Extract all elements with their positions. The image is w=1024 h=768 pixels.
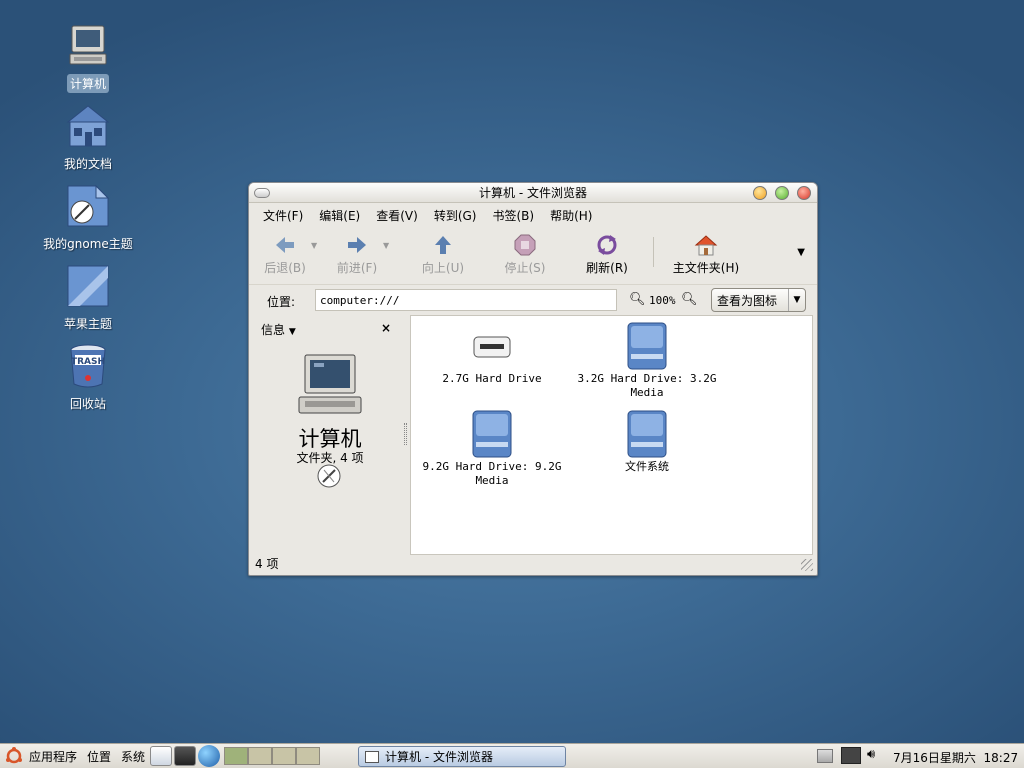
menu-bookmarks[interactable]: 书签(B): [484, 207, 542, 224]
toolbar-overflow-button[interactable]: ▼: [797, 247, 805, 258]
close-side-pane-icon[interactable]: ×: [381, 321, 391, 335]
stop-icon: [513, 233, 537, 257]
desktop-icon-label: 回收站: [69, 397, 106, 411]
terminal-launcher-icon[interactable]: [174, 746, 197, 766]
file-item[interactable]: 3.2G Hard Drive: 3.2G Media: [577, 322, 717, 400]
location-input[interactable]: computer:///: [315, 289, 617, 311]
home-button[interactable]: 主文件夹(H): [664, 233, 748, 276]
up-arrow-icon: [431, 233, 455, 257]
svg-text:TRASH: TRASH: [71, 357, 105, 367]
hard-drive-icon: [470, 410, 514, 458]
taskbar-window-button[interactable]: 计算机 - 文件浏览器: [358, 746, 566, 767]
minimize-button[interactable]: [753, 186, 767, 200]
desktop-icon-label: 我的gnome主题: [43, 237, 133, 251]
zoom-in-icon[interactable]: 🔍︎: [681, 292, 698, 307]
desktop-icon-label: 苹果主题: [63, 317, 112, 331]
gnome-theme-icon: [64, 182, 112, 230]
workspace-3[interactable]: [272, 747, 297, 765]
forward-arrow-icon: [345, 233, 369, 257]
computer-large-icon: [295, 353, 365, 419]
desktop-icon-computer[interactable]: 计算机: [38, 22, 138, 93]
workspace-4[interactable]: [296, 747, 321, 765]
filesystem-icon: [625, 410, 669, 458]
menu-file[interactable]: 文件(F): [255, 207, 311, 224]
location-bar: 位置: computer:/// 🔍︎ 100% 🔍︎ 查看为图标 ▼: [249, 285, 817, 317]
menu-help[interactable]: 帮助(H): [542, 207, 600, 224]
maximize-button[interactable]: [775, 186, 789, 200]
home-folder-icon: [64, 102, 112, 150]
chevron-down-icon: ▼: [788, 289, 805, 311]
file-item[interactable]: 2.7G Hard Drive: [422, 322, 562, 386]
zoom-level[interactable]: 100%: [649, 294, 676, 307]
file-view: 2.7G Hard Drive 3.2G Hard Drive: 3.2G Me…: [410, 315, 813, 555]
zoom-out-icon[interactable]: 🔍︎: [629, 292, 646, 307]
reload-icon: [595, 233, 619, 257]
ubuntu-logo-icon[interactable]: [4, 746, 24, 766]
window-icon: [365, 750, 379, 763]
window-title: 计算机 - 文件浏览器: [479, 186, 587, 200]
side-pane-mode-select[interactable]: 信息 ▼: [261, 321, 296, 338]
back-button[interactable]: 后退(B): [259, 233, 311, 276]
forward-button[interactable]: 前进(F): [331, 233, 383, 276]
hard-drive-icon: [625, 322, 669, 370]
back-arrow-icon: [273, 233, 297, 257]
desktop-icon-apple-theme[interactable]: 苹果主题: [38, 262, 138, 333]
panel-menu-system[interactable]: 系统: [116, 748, 150, 765]
emblem-icon: [316, 463, 342, 489]
side-pane: 信息 ▼ × 计算机 文件夹, 4 项: [253, 317, 407, 555]
desktop-icon-label: 计算机: [66, 74, 109, 93]
close-button[interactable]: [797, 186, 811, 200]
clock[interactable]: 7月16日星期六 18:27: [893, 749, 1018, 766]
toolbar: 后退(B) ▼ 前进(F) ▼ 向上(U) 停止(S) 刷新(R) 主文件夹(H…: [249, 227, 817, 285]
up-button[interactable]: 向上(U): [417, 233, 469, 276]
removable-drive-icon: [470, 322, 514, 370]
file-browser-launcher-icon[interactable]: [150, 746, 173, 766]
menu-go[interactable]: 转到(G): [426, 207, 485, 224]
apple-theme-icon: [64, 262, 112, 310]
reload-button[interactable]: 刷新(R): [581, 233, 633, 276]
panel-menu-applications[interactable]: 应用程序: [24, 748, 82, 765]
workspace-1[interactable]: [224, 747, 249, 765]
desktop-icon-label: 我的文档: [63, 157, 112, 171]
window-titlebar[interactable]: 计算机 - 文件浏览器: [249, 183, 817, 203]
home-icon: [694, 233, 718, 257]
computer-icon: [64, 22, 112, 70]
status-bar: 4 项: [255, 557, 279, 571]
printer-icon[interactable]: [817, 749, 833, 763]
trash-icon: TRASH: [64, 342, 112, 390]
file-item[interactable]: 9.2G Hard Drive: 9.2G Media: [422, 410, 562, 488]
volume-icon[interactable]: 🔊︎: [867, 747, 875, 762]
panel-menu-places[interactable]: 位置: [82, 748, 116, 765]
desktop-icon-documents[interactable]: 我的文档: [38, 102, 138, 173]
pane-resize-handle[interactable]: [404, 423, 407, 445]
resize-grip[interactable]: [801, 559, 813, 571]
menu-bar: 文件(F) 编辑(E) 查看(V) 转到(G) 书签(B) 帮助(H): [249, 203, 817, 227]
window-menu-icon[interactable]: [254, 188, 270, 198]
location-label: 位置:: [267, 295, 296, 309]
network-icon[interactable]: [841, 747, 861, 764]
menu-view[interactable]: 查看(V): [368, 207, 426, 224]
desktop-icon-trash[interactable]: TRASH 回收站: [38, 342, 138, 413]
workspace-2[interactable]: [248, 747, 273, 765]
web-browser-launcher-icon[interactable]: [198, 745, 221, 767]
toolbar-separator: [653, 237, 654, 267]
view-as-select[interactable]: 查看为图标 ▼: [711, 288, 806, 312]
forward-history-dropdown[interactable]: ▼: [383, 233, 393, 257]
file-browser-window: 计算机 - 文件浏览器 文件(F) 编辑(E) 查看(V) 转到(G) 书签(B…: [248, 182, 818, 576]
desktop-icon-gnome-theme[interactable]: 我的gnome主题: [38, 182, 138, 253]
menu-edit[interactable]: 编辑(E): [311, 207, 368, 224]
file-item[interactable]: 文件系统: [577, 410, 717, 474]
stop-button[interactable]: 停止(S): [499, 233, 551, 276]
bottom-panel: 应用程序 位置 系统 计算机 - 文件浏览器 🔊︎ 7月16日星期六 18:27: [0, 743, 1024, 768]
back-history-dropdown[interactable]: ▼: [311, 233, 321, 257]
